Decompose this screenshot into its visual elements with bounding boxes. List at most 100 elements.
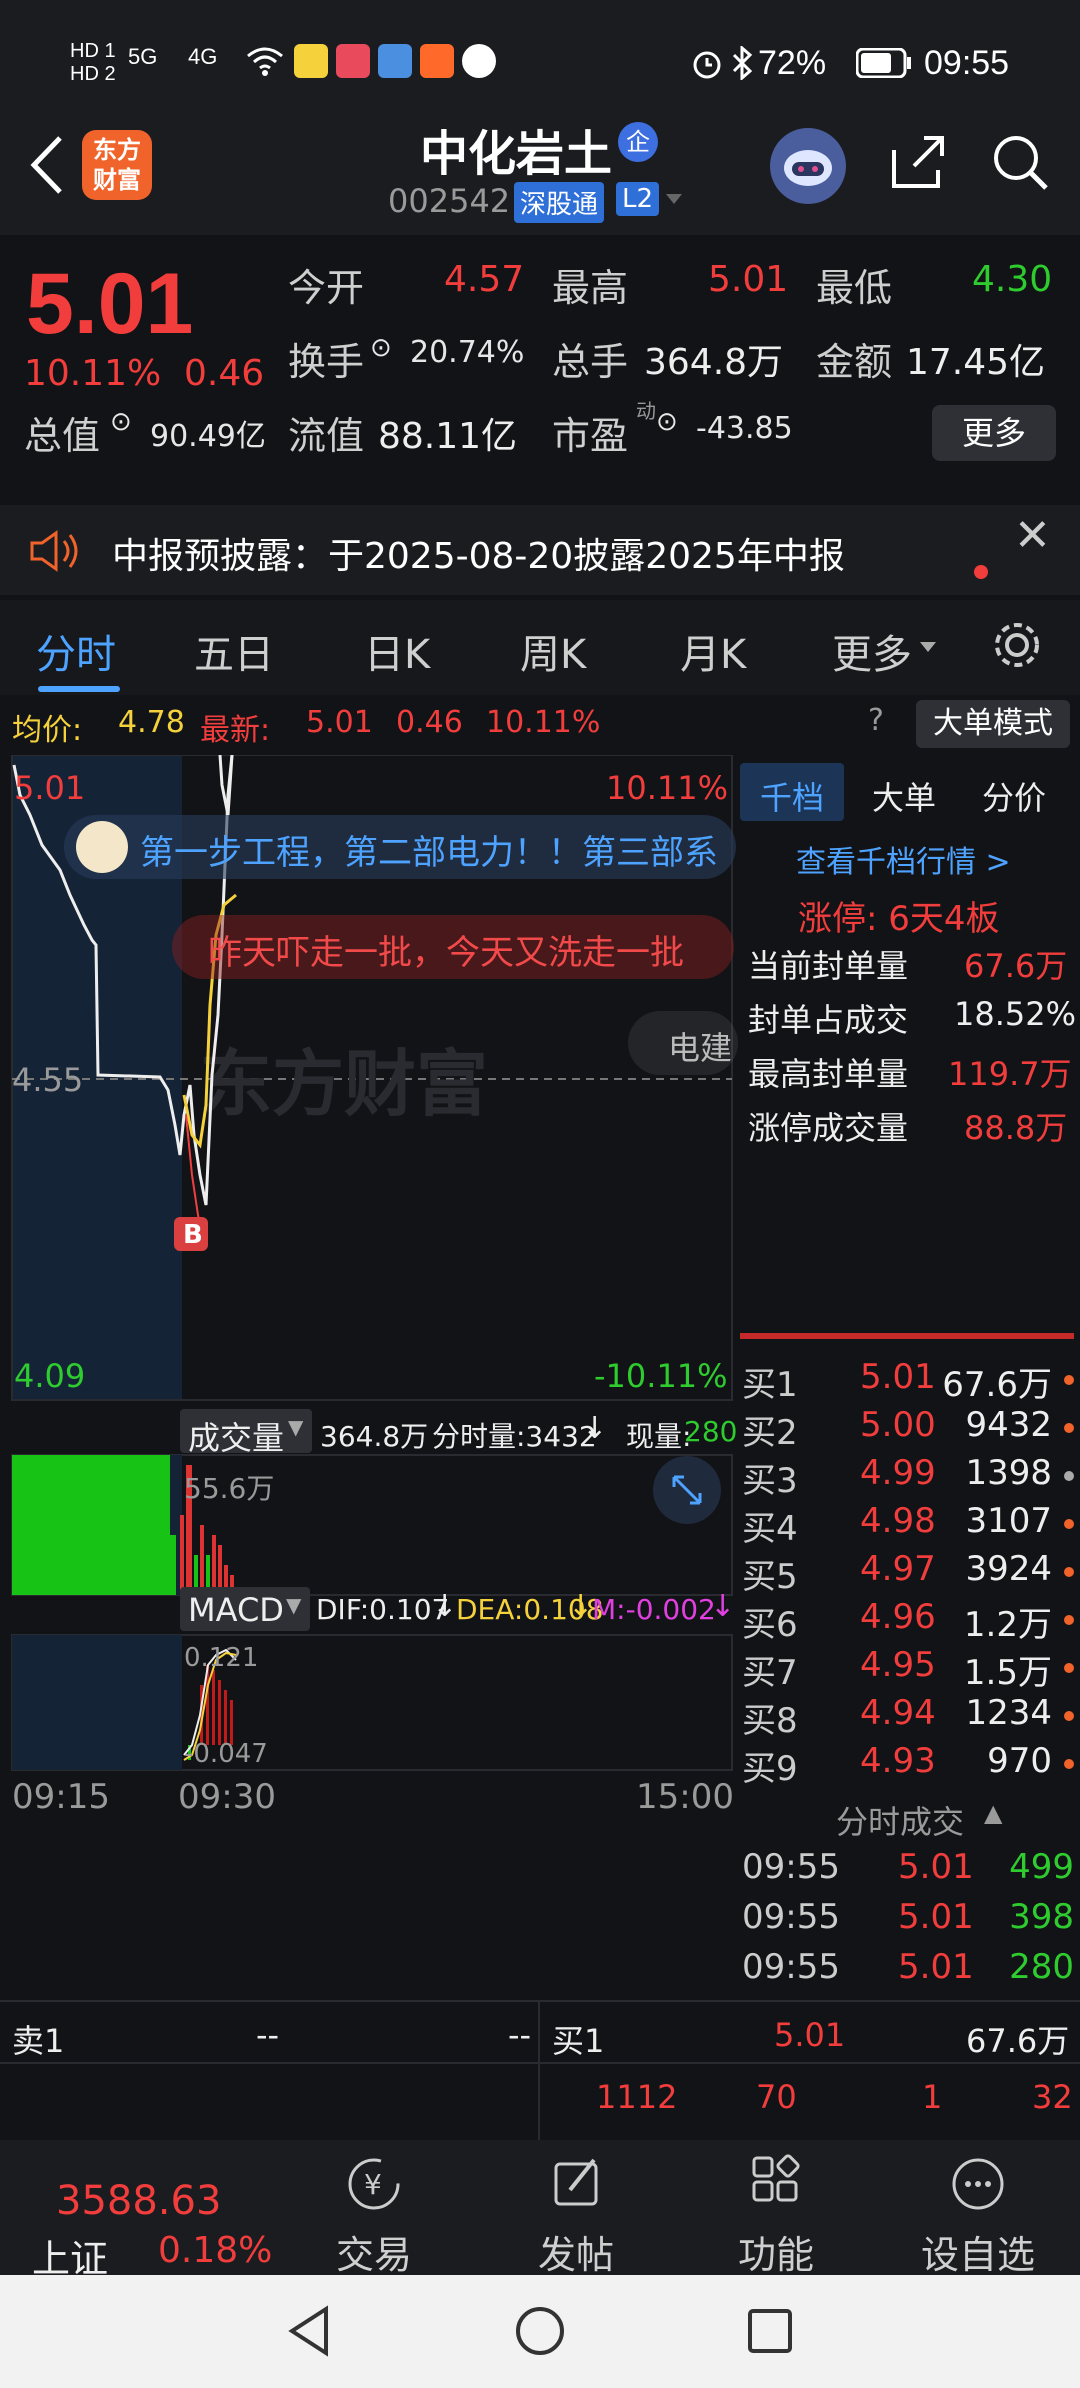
close-icon[interactable]: ✕ [1014, 510, 1051, 561]
big-order-mode-button[interactable]: 大单模式 [916, 700, 1070, 748]
trades-title[interactable]: 分时成交 [836, 1797, 964, 1843]
tab-five-day[interactable]: 五日 [194, 622, 274, 680]
macd-dif: DIF:0.107 [316, 1593, 450, 1626]
trade-row: 09:55 5.01 280 [740, 1947, 1080, 1995]
bid-row[interactable]: 买3 4.99 1398 [740, 1453, 1080, 1501]
bid-qty: 1.5万 [963, 1653, 1052, 1693]
stock-code: 002542 [388, 182, 511, 220]
nav-post[interactable]: 发帖 [506, 2152, 646, 2279]
nav-add-watchlist[interactable]: 设自选 [908, 2152, 1048, 2279]
clock: 09:55 [924, 44, 1010, 82]
bid-dot [1064, 1375, 1074, 1385]
recents-square-icon[interactable] [742, 2303, 798, 2359]
bid-row[interactable]: 买7 4.95 1.5万 [740, 1645, 1080, 1693]
bid-price: 4.97 [860, 1549, 936, 1589]
back-triangle-icon[interactable] [282, 2303, 338, 2359]
down-arrow-icon: ↓ [568, 1589, 594, 1624]
robot-assistant-icon[interactable] [770, 128, 846, 204]
bid-row[interactable]: 买5 4.97 3924 [740, 1549, 1080, 1597]
stat-value: 67.6万 [964, 947, 1068, 985]
bid-level: 买3 [742, 1461, 798, 1501]
app-logo[interactable]: 东方财富 [82, 130, 152, 200]
tab-monthly-k[interactable]: 月K [680, 622, 746, 680]
nav-function[interactable]: 功能 [706, 2152, 846, 2279]
shenzhen-connect-tag: 深股通 [514, 182, 605, 223]
bluetooth-icon [732, 46, 753, 80]
macd-indicator-select[interactable]: MACD ▼ [180, 1587, 310, 1631]
bid-qty: 3107 [965, 1501, 1052, 1541]
low-value: 4.30 [972, 259, 1053, 300]
high-value: 5.01 [708, 259, 789, 300]
float-cap-value: 88.11亿 [378, 416, 518, 457]
pe-value: -43.85 [696, 411, 793, 446]
stat-value: 18.52% [954, 995, 1077, 1033]
price-axis-mid: 4.55 [12, 1061, 84, 1099]
trade-qty: 280 [1009, 1947, 1074, 1987]
last-price: 5.01 [26, 256, 194, 352]
comment-bubble[interactable]: 昨天吓走一批，今天又洗走一批 [172, 915, 734, 979]
gear-icon[interactable] [990, 618, 1044, 672]
volume-indicator-select[interactable]: 成交量 ▼ [180, 1409, 312, 1457]
svg-text:¥: ¥ [364, 2168, 382, 2201]
tab-thousand-levels[interactable]: 千档 [740, 763, 844, 821]
back-icon[interactable] [24, 130, 74, 200]
notice-text: 中报预披露：于2025-08-20披露2025年中报 [112, 536, 845, 577]
bid-row[interactable]: 买9 4.93 970 [740, 1741, 1080, 1789]
macd-m: M:-0.002 [592, 1593, 716, 1626]
active-tab-indicator [38, 686, 120, 692]
bid-row[interactable]: 买8 4.94 1234 [740, 1693, 1080, 1741]
tab-intraday[interactable]: 分时 [36, 622, 116, 680]
notice-bar[interactable]: 中报预披露：于2025-08-20披露2025年中报 [0, 505, 1080, 595]
bid-qty: 1398 [965, 1453, 1052, 1493]
network-indicator: 5G [128, 44, 158, 69]
pe-superscript: 动 [636, 399, 656, 423]
chevron-down-icon[interactable] [664, 192, 684, 206]
order-book-panel: 千档 大单 分价 查看千档行情 > 涨停: 6天4板 当前封单量 67.6万 封… [740, 755, 1080, 2000]
tab-weekly-k[interactable]: 周K [520, 622, 586, 680]
more-button[interactable]: 更多 [932, 405, 1056, 461]
nav-trade[interactable]: ¥ 交易 [304, 2152, 444, 2279]
index-ticker[interactable]: 3588.63 上证 0.18% [20, 2152, 280, 2281]
stat-label: 封单占成交 [748, 1001, 909, 1039]
bid-row[interactable]: 买2 5.00 9432 [740, 1405, 1080, 1453]
bid-row[interactable]: 买4 4.98 3107 [740, 1501, 1080, 1549]
info-icon[interactable]: ⊙ [370, 333, 392, 363]
chevron-up-icon[interactable]: ▲ [984, 1799, 1002, 1827]
info-icon[interactable]: ⊙ [110, 407, 132, 437]
help-icon[interactable]: ? [868, 703, 884, 738]
tab-daily-k[interactable]: 日K [364, 622, 430, 680]
tab-big-order[interactable]: 大单 [872, 773, 936, 819]
stat-label: 当前封单量 [748, 947, 909, 985]
comment-bubble[interactable]: 第一步工程，第二部电力！！第三部系 [64, 815, 736, 879]
open-label: 今开 [288, 266, 365, 310]
share-icon[interactable] [886, 130, 950, 194]
stat-label: 最高封单量 [748, 1055, 909, 1093]
queue-item: 70 [756, 2078, 797, 2116]
bid-price: 4.98 [860, 1501, 936, 1541]
index-value: 3588.63 [56, 2178, 222, 2224]
trade-time: 09:55 [742, 1847, 840, 1887]
bid1-qty: 67.6万 [966, 2022, 1070, 2060]
tab-price-split[interactable]: 分价 [982, 773, 1046, 819]
bid-level: 买4 [742, 1509, 798, 1549]
bid-qty: 3924 [965, 1549, 1052, 1589]
nav-label: 发帖 [537, 2233, 614, 2277]
comment-bubble[interactable]: 电建 [628, 1011, 738, 1075]
tab-more[interactable]: 更多 [832, 622, 912, 680]
app-icon [420, 44, 454, 78]
trade-row: 09:55 5.01 398 [740, 1897, 1080, 1945]
intraday-chart[interactable]: 东方财富 B 5.01 10.11% 4.55 4.09 -10.11% 第一步… [0, 754, 738, 2000]
bid-dot [1064, 1471, 1074, 1481]
pct-axis-top: 10.11% [606, 769, 729, 807]
bid-row[interactable]: 买1 5.01 67.6万 [740, 1357, 1080, 1405]
search-icon[interactable] [988, 130, 1052, 194]
ask1-price: -- [256, 2016, 280, 2054]
chevron-down-icon[interactable] [918, 640, 938, 654]
bid-level: 买7 [742, 1653, 798, 1693]
info-icon[interactable]: ⊙ [656, 407, 678, 437]
home-circle-icon[interactable] [512, 2303, 568, 2359]
enterprise-badge: 企 [618, 122, 658, 162]
thousand-levels-link[interactable]: 查看千档行情 > [796, 837, 1011, 881]
bid-dot [1064, 1519, 1074, 1529]
bid-row[interactable]: 买6 4.96 1.2万 [740, 1597, 1080, 1645]
